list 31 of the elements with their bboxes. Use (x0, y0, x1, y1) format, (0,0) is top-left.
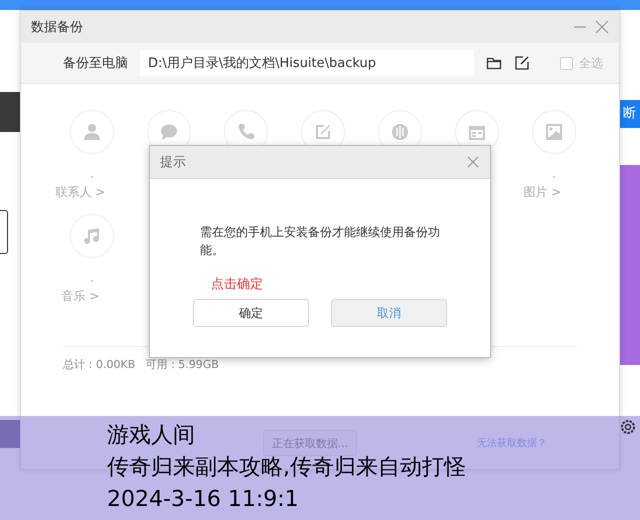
background-panel (0, 420, 20, 448)
caption-line: 传奇归来副本攻略,传奇归来自动打怪 (107, 454, 466, 482)
fetching-data-button[interactable]: 正在获取数据... (263, 430, 357, 456)
help-link[interactable]: 无法获取数据？ (477, 436, 547, 450)
close-icon[interactable] (595, 20, 609, 34)
select-all-checkbox[interactable] (560, 56, 573, 70)
select-all-label: 全选 (579, 54, 603, 72)
folder-icon[interactable] (486, 55, 502, 71)
music-category-icon[interactable] (70, 214, 114, 258)
hint-text: 点击确定 (211, 276, 264, 293)
image-category-icon[interactable] (532, 110, 576, 154)
confirm-button[interactable]: 确定 (193, 299, 309, 327)
path-label: 备份至电脑 (63, 55, 128, 72)
caption-line: 2024-3-16 11:9:1 (107, 486, 299, 514)
category-label[interactable]: 联系人 > (56, 184, 106, 200)
category-label[interactable]: 音乐 > (62, 288, 100, 304)
dialog-message: 需在您的手机上安装备份才能继续使用备份功能。 (200, 224, 441, 259)
edit-icon[interactable] (514, 55, 530, 71)
category-label[interactable]: 图片 > (524, 184, 562, 200)
available-space: 可用：5.99GB (145, 357, 219, 372)
dialog-title: 提示 (160, 154, 187, 171)
path-field[interactable]: D:\用户目录\我的文档\Hisuite\backup (140, 50, 474, 76)
person-category-icon[interactable] (70, 110, 114, 154)
disconnect-button[interactable]: 断 (620, 100, 640, 128)
window-title: 数据备份 (31, 19, 84, 36)
total-size: 总计：0.00KB (63, 357, 136, 372)
caption-line: 游戏人间 (107, 422, 195, 450)
settings-icon[interactable] (619, 418, 637, 436)
background-panel (0, 92, 20, 132)
close-icon[interactable] (466, 155, 480, 169)
cancel-button[interactable]: 取消 (331, 299, 447, 327)
